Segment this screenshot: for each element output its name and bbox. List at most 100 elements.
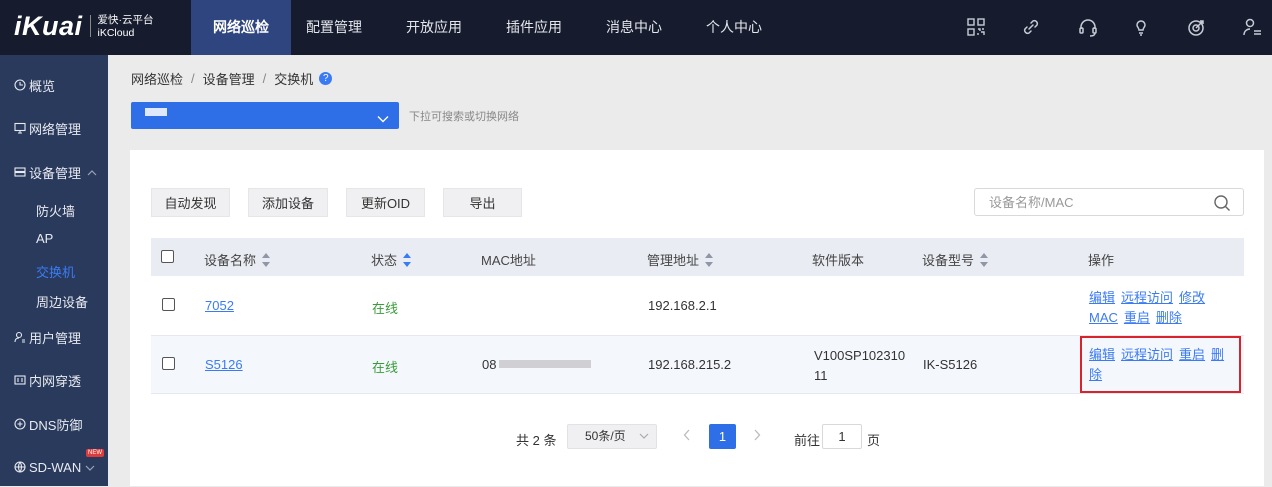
logo-subtitle: 爱快·云平台 iKCloud	[98, 14, 154, 40]
breadcrumb-item-inspection[interactable]: 网络巡检	[131, 69, 183, 88]
device-icon	[14, 166, 26, 178]
column-header-mgmt-address[interactable]: 管理地址	[647, 250, 714, 269]
row-checkbox[interactable]	[162, 357, 175, 370]
breadcrumb-separator: /	[262, 71, 267, 86]
goto-page-input[interactable]: 1	[822, 424, 862, 449]
user-settings-icon[interactable]	[1241, 16, 1263, 38]
software-version: V100SP10231011	[814, 348, 906, 383]
mgmt-address: 192.168.2.1	[648, 298, 717, 313]
page-size-select[interactable]: 50条/页	[567, 424, 657, 449]
sidebar-sub-peripheral[interactable]: 周边设备	[36, 292, 88, 311]
row-checkbox[interactable]	[162, 298, 175, 311]
next-page-icon[interactable]	[753, 429, 761, 444]
mac-address-redacted	[499, 360, 591, 368]
network-name-redacted	[145, 108, 167, 116]
remote-access-link[interactable]: 远程访问	[1121, 290, 1173, 305]
sidebar-item-overview[interactable]: 概览	[0, 65, 108, 105]
help-icon[interactable]: ?	[319, 72, 333, 85]
sidebar-sub-switch[interactable]: 交换机	[36, 262, 75, 281]
select-all-checkbox[interactable]	[161, 250, 174, 263]
column-header-label: 管理地址	[647, 253, 700, 268]
export-button[interactable]: 导出	[443, 188, 522, 217]
sidebar-item-dns-defense[interactable]: DNS防御	[0, 404, 108, 444]
highlight-box	[1080, 336, 1241, 393]
globe-icon	[14, 461, 26, 473]
chevron-down-icon	[639, 425, 649, 448]
sidebar-item-intranet-penetration[interactable]: 内网穿透	[0, 360, 108, 400]
brand-logo[interactable]: iKuai 爱快·云平台 iKCloud	[14, 10, 154, 42]
logo-subtitle-cn: 爱快·云平台	[97, 14, 154, 26]
search-icon[interactable]	[1213, 194, 1231, 215]
column-header-mac: MAC地址	[481, 253, 536, 268]
column-header-status[interactable]: 状态	[371, 250, 412, 269]
page-number-current[interactable]: 1	[709, 424, 736, 449]
row-operations: 编辑 远程访问 修改MAC 重启 删除	[1089, 288, 1239, 328]
search-box	[974, 188, 1244, 216]
search-input[interactable]	[975, 189, 1195, 215]
topnav-config-management[interactable]: 配置管理	[284, 0, 384, 55]
link-icon[interactable]	[1020, 16, 1042, 38]
lightbulb-icon[interactable]	[1130, 16, 1152, 38]
column-header-operations: 操作	[1088, 253, 1115, 268]
column-header-label: 设备型号	[922, 253, 975, 268]
chevron-down-icon	[377, 111, 389, 126]
delete-link[interactable]: 删除	[1156, 310, 1182, 325]
chevron-up-icon	[87, 165, 97, 180]
sidebar-item-user-management[interactable]: 用户管理	[0, 317, 108, 357]
device-name-link[interactable]: S5126	[205, 357, 243, 372]
sidebar-item-label: SD-WAN	[29, 459, 82, 475]
top-bar: iKuai 爱快·云平台 iKCloud 网络巡检 配置管理 开放应用 插件应用…	[0, 0, 1272, 55]
sidebar-item-device-management[interactable]: 设备管理	[0, 152, 108, 192]
prev-page-icon[interactable]	[683, 429, 691, 444]
sidebar-item-label: 设备管理	[29, 165, 82, 181]
breadcrumb-item-switch: 交换机	[274, 72, 314, 87]
status-badge: 在线	[372, 360, 399, 375]
mgmt-address: 192.168.215.2	[648, 357, 732, 372]
breadcrumb-separator: /	[191, 71, 195, 86]
device-model: IK-S5126	[923, 357, 978, 372]
logo-text: iKuai	[14, 11, 83, 41]
logo-subtitle-en: iKCloud	[97, 27, 135, 39]
qrcode-icon[interactable]	[965, 16, 987, 38]
topnav-personal-center[interactable]: 个人中心	[684, 0, 784, 55]
add-device-button[interactable]: 添加设备	[248, 188, 328, 217]
sort-icon[interactable]	[262, 252, 271, 267]
column-header-label: 设备名称	[204, 253, 257, 268]
sidebar-item-label: 网络管理	[29, 121, 82, 137]
topnav-message-center[interactable]: 消息中心	[584, 0, 684, 55]
auto-discover-button[interactable]: 自动发现	[151, 188, 230, 217]
sort-icon[interactable]	[705, 252, 714, 267]
network-select[interactable]	[131, 102, 399, 129]
update-oid-button[interactable]: 更新OID	[346, 188, 425, 217]
column-header-version: 软件版本	[812, 253, 865, 268]
headset-icon[interactable]	[1077, 16, 1099, 38]
target-icon[interactable]	[1185, 16, 1207, 38]
column-header-model[interactable]: 设备型号	[922, 250, 989, 269]
breadcrumb-item-device-management[interactable]: 设备管理	[203, 69, 255, 88]
sidebar-item-label: DNS防御	[29, 417, 83, 433]
topnav-plugin-apps[interactable]: 插件应用	[484, 0, 584, 55]
page-unit-label: 页	[867, 433, 881, 448]
pager-total: 共 2 条	[516, 433, 557, 448]
mac-address: 08	[482, 357, 497, 372]
chevron-down-icon	[85, 460, 95, 475]
column-header-name[interactable]: 设备名称	[204, 250, 271, 269]
edit-link[interactable]: 编辑	[1089, 290, 1115, 305]
breadcrumb: 网络巡检 / 设备管理 / 交换机 ?	[131, 69, 333, 88]
device-name-link[interactable]: 7052	[205, 298, 234, 313]
column-header-label: 状态	[371, 253, 398, 268]
sort-icon[interactable]	[403, 252, 412, 267]
sidebar-sub-firewall[interactable]: 防火墙	[36, 201, 75, 220]
sidebar-item-label: 概览	[29, 78, 56, 94]
restart-link[interactable]: 重启	[1124, 310, 1150, 325]
user-icon	[14, 331, 26, 343]
status-badge: 在线	[372, 301, 399, 316]
tunnel-icon	[14, 374, 26, 386]
sort-icon[interactable]	[980, 252, 989, 267]
topnav-network-inspection[interactable]: 网络巡检	[191, 0, 291, 55]
sidebar-item-network-management[interactable]: 网络管理	[0, 108, 108, 148]
goto-label: 前往	[794, 433, 821, 448]
clock-icon	[14, 79, 26, 91]
sidebar-sub-ap[interactable]: AP	[36, 231, 53, 246]
topnav-open-apps[interactable]: 开放应用	[384, 0, 484, 55]
